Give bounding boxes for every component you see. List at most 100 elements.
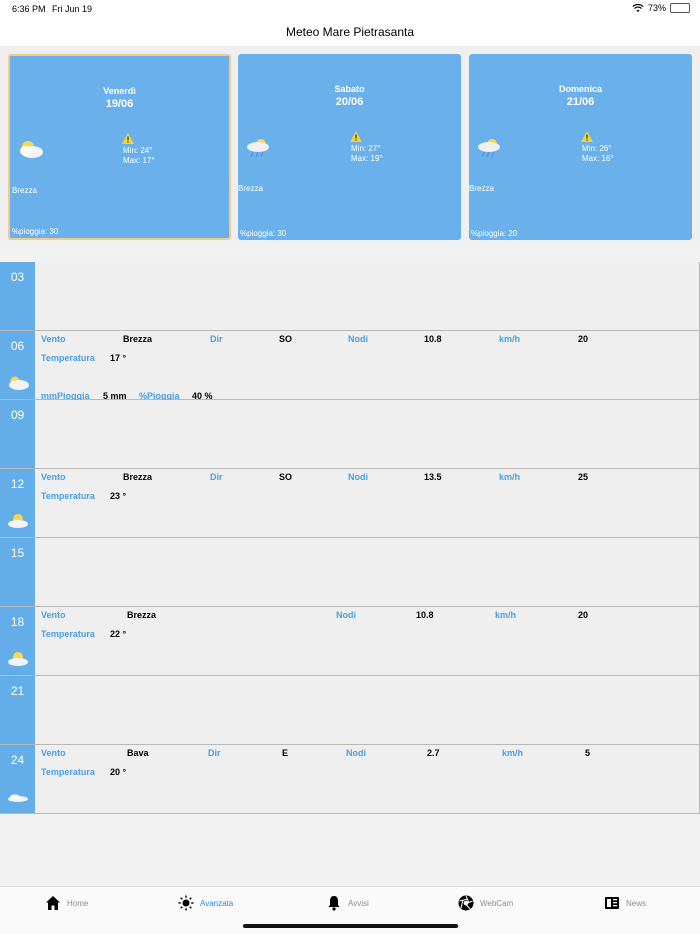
temp-label: Temperatura <box>41 629 95 639</box>
status-right: 73% <box>632 3 690 13</box>
wind-label: Vento <box>41 334 66 344</box>
rain-percent: %pioggia: 30 <box>240 229 287 238</box>
dir-value: E <box>282 748 289 758</box>
hour-row-15: 15 <box>0 538 699 607</box>
tab-avanzata[interactable]: Avanzata <box>178 895 233 911</box>
day-card-1[interactable]: Sabato 20/06 Min: 27° Max: 19° Brezza %p… <box>238 54 461 240</box>
rain-percent: %pioggia: 30 <box>12 227 59 236</box>
kmh-value: 25 <box>578 472 589 482</box>
wind-label: Vento <box>41 472 66 482</box>
battery-percent: 73% <box>647 3 666 13</box>
wifi-icon <box>632 3 644 12</box>
day-cards: Venerdì 19/06 Min: 24° Max: 17° Brezza %… <box>0 46 700 246</box>
kmh-label: km/h <box>502 748 524 758</box>
hour-cell: 03 <box>0 262 35 330</box>
sun-cloud-icon <box>8 514 28 528</box>
hour-label: 09 <box>10 408 25 422</box>
sun-rain-icon <box>247 139 269 158</box>
temp-label: Temperatura <box>41 491 95 501</box>
dir-value: SO <box>279 472 293 482</box>
dir-label: Dir <box>208 748 221 758</box>
hourly-grid[interactable]: 03 06 Vento Brezza Dir SO Nodi 10.8 km/h… <box>0 262 700 814</box>
knots-label: Nodi <box>348 334 368 344</box>
hour-row-18: 18 Vento Brezza Nodi 10.8 km/h 20 Temper… <box>0 607 699 676</box>
hour-label: 03 <box>10 270 25 284</box>
hour-row-21: 21 <box>0 676 699 745</box>
status-date: Fri Jun 19 <box>52 4 93 14</box>
hour-label: 12 <box>10 477 25 491</box>
hour-cell: 12 <box>0 469 35 537</box>
sun-icon <box>178 895 194 911</box>
day-date: 21/06 <box>566 96 595 108</box>
battery-icon <box>670 3 690 13</box>
max-temp: Max: 16° <box>582 154 614 163</box>
wind-value: Brezza <box>123 334 153 344</box>
min-temp: Min: 26° <box>582 144 612 153</box>
sun-cloud-icon <box>9 376 29 390</box>
min-max: Min: 26° Max: 16° <box>582 144 614 164</box>
knots-label: Nodi <box>348 472 368 482</box>
wind-label: Brezza <box>238 184 263 193</box>
knots-label: Nodi <box>346 748 366 758</box>
sun-cloud-icon <box>8 652 28 666</box>
kmh-value: 5 <box>585 748 591 758</box>
home-indicator[interactable] <box>243 924 458 928</box>
knots-value: 2.7 <box>427 748 440 758</box>
wind-value: Brezza <box>127 610 157 620</box>
rain-percent: %pioggia: 20 <box>471 229 518 238</box>
warning-icon <box>122 133 134 144</box>
tab-webcam[interactable]: WebCam <box>458 895 513 911</box>
day-date: 19/06 <box>105 98 134 110</box>
wind-label: Brezza <box>12 186 37 195</box>
hour-label: 06 <box>10 339 25 353</box>
day-card-2[interactable]: Domenica 21/06 Min: 26° Max: 16° Brezza … <box>469 54 692 240</box>
min-max: Min: 24° Max: 17° <box>123 146 155 166</box>
hour-cell: 06 <box>0 331 35 399</box>
kmh-label: km/h <box>495 610 517 620</box>
wind-value: Brezza <box>123 472 153 482</box>
max-temp: Max: 17° <box>123 156 155 165</box>
day-card-0[interactable]: Venerdì 19/06 Min: 24° Max: 17° Brezza %… <box>8 54 231 240</box>
hour-label: 15 <box>10 546 25 560</box>
page-title: Meteo Mare Pietrasanta <box>285 25 415 39</box>
tab-avvisi[interactable]: Avvisi <box>326 895 369 911</box>
hour-label: 18 <box>10 615 25 629</box>
knots-value: 10.8 <box>416 610 434 620</box>
temp-value: 23 ° <box>110 491 127 501</box>
hour-cell: 09 <box>0 400 35 468</box>
status-bar: 6:36 PM Fri Jun 19 73% <box>0 0 700 18</box>
tab-label: Avvisi <box>348 898 369 908</box>
tab-label: News <box>626 898 647 908</box>
kmh-value: 20 <box>578 334 589 344</box>
min-temp: Min: 24° <box>123 146 153 155</box>
bell-icon <box>328 896 340 911</box>
hour-label: 24 <box>10 753 25 767</box>
temp-value: 17 ° <box>110 353 127 363</box>
hour-row-09: 09 <box>0 400 699 469</box>
hour-row-24: 24 Vento Bava Dir E Nodi 2.7 km/h 5 Temp… <box>0 745 699 814</box>
hour-cell: 18 <box>0 607 35 675</box>
status-time: 6:36 PM <box>12 4 46 14</box>
camera-aperture-icon <box>458 895 474 911</box>
hour-cell: 21 <box>0 676 35 744</box>
warning-icon <box>581 131 593 142</box>
hour-cell: 15 <box>0 538 35 606</box>
tab-home[interactable]: Home <box>45 895 88 911</box>
hour-cell: 24 <box>0 745 35 813</box>
dir-label: Dir <box>210 472 223 482</box>
tab-news[interactable]: News <box>604 895 646 911</box>
tab-label: WebCam <box>480 898 514 908</box>
knots-label: Nodi <box>336 610 356 620</box>
day-date: 20/06 <box>335 96 364 108</box>
sun-cloud-icon <box>20 141 43 158</box>
temp-value: 22 ° <box>110 629 127 639</box>
hour-label: 21 <box>10 684 25 698</box>
knots-value: 13.5 <box>424 472 442 482</box>
temp-label: Temperatura <box>41 767 95 777</box>
nav-bar: Meteo Mare Pietrasanta <box>0 18 700 46</box>
wind-label: Vento <box>41 748 66 758</box>
min-max: Min: 27° Max: 19° <box>351 144 383 164</box>
day-name: Sabato <box>334 84 365 94</box>
warning-icon <box>350 131 362 142</box>
wind-label: Brezza <box>469 184 494 193</box>
